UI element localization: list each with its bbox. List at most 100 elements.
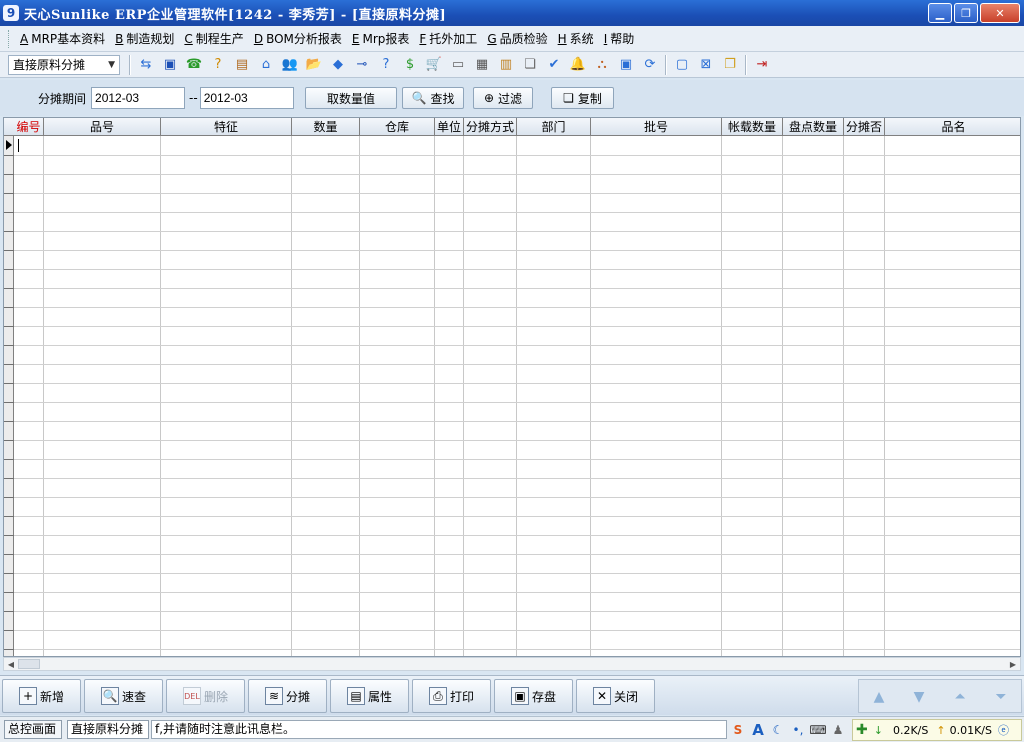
menu-system[interactable]: H 系统	[553, 30, 599, 47]
home-icon[interactable]: ⌂	[256, 55, 276, 75]
row-indicator-line	[4, 440, 14, 441]
add-button[interactable]: + 新增	[2, 679, 81, 713]
bell-icon[interactable]: 🔔	[568, 55, 588, 75]
tab-main-control[interactable]: 总控画面	[4, 720, 62, 739]
allocate-button[interactable]: ≋ 分摊	[248, 679, 327, 713]
column-header[interactable]: 盘点数量	[783, 118, 844, 136]
horizontal-scrollbar[interactable]: ◀ ▶	[3, 657, 1021, 671]
grid-column-line	[160, 136, 161, 656]
scroll-thumb[interactable]	[18, 659, 40, 669]
refresh-icon[interactable]: ⟳	[640, 55, 660, 75]
period-to-input[interactable]	[199, 87, 294, 109]
column-header[interactable]: 品名	[885, 118, 1020, 136]
keyboard-icon[interactable]: ⌨	[809, 722, 826, 738]
ime-logo-icon[interactable]: S	[730, 722, 746, 738]
find-button[interactable]: 🔍 查找	[402, 87, 464, 109]
save-button[interactable]: ▣ 存盘	[494, 679, 573, 713]
maximize-button[interactable]: ❐	[954, 3, 978, 23]
column-header[interactable]: 仓库	[360, 118, 435, 136]
first-record-icon[interactable]: ▲	[869, 688, 889, 706]
copy-icon[interactable]: ❏	[520, 55, 540, 75]
close-button[interactable]: ✕ 关闭	[576, 679, 655, 713]
quick-find-button[interactable]: 🔍 速查	[84, 679, 163, 713]
column-header[interactable]: 数量	[292, 118, 360, 136]
grid-row-line	[14, 326, 1020, 327]
module-select[interactable]: 直接原料分摊 ▼	[8, 54, 120, 75]
get-quantity-label: 取数量值	[326, 91, 375, 106]
menu-planning[interactable]: B 制造规划	[110, 30, 179, 47]
menu-mrp-reports[interactable]: E Mrp报表	[347, 30, 415, 47]
monitor-icon[interactable]: ▣	[160, 55, 180, 75]
row-indicator-line	[4, 345, 14, 346]
grid-column-line	[884, 136, 885, 656]
question-folder-icon[interactable]: ?	[208, 55, 228, 75]
column-header[interactable]: 帐载数量	[722, 118, 783, 136]
moon-icon[interactable]: ☾	[770, 722, 786, 738]
period-from-input[interactable]	[91, 87, 186, 109]
hierarchy-icon[interactable]: ⛬	[592, 55, 612, 75]
menu-production[interactable]: C 制程生产	[179, 30, 248, 47]
column-header[interactable]: 部门	[517, 118, 591, 136]
cabinet-icon[interactable]: ▥	[496, 55, 516, 75]
filter-button[interactable]: ⊕ 过滤	[473, 87, 533, 109]
scroll-left-icon[interactable]: ◀	[4, 658, 18, 670]
punctuation-icon[interactable]: •,	[790, 722, 806, 738]
copy-button[interactable]: ❏ 复制	[551, 87, 614, 109]
close-window-button[interactable]: ✕	[980, 3, 1020, 23]
computer-icon[interactable]: ▣	[616, 55, 636, 75]
delete-button[interactable]: DEL 删除	[166, 679, 245, 713]
ime-mode-icon[interactable]: A	[750, 721, 766, 739]
get-quantity-button[interactable]: 取数量值	[305, 87, 397, 109]
cart-icon[interactable]: 🛒	[424, 55, 444, 75]
bookmark-icon[interactable]: ◆	[328, 55, 348, 75]
help-icon[interactable]: ?	[376, 55, 396, 75]
menu-quality[interactable]: G 品质检验	[482, 30, 552, 47]
row-indicator-line	[4, 573, 14, 574]
last-record-icon[interactable]: ⏷	[991, 688, 1011, 706]
row-indicator-line	[4, 478, 14, 479]
user-icon[interactable]: ♟	[830, 722, 846, 738]
people-icon[interactable]: 👥	[280, 55, 300, 75]
arrow-key-icon[interactable]: ⊸	[352, 55, 372, 75]
briefcase-icon[interactable]: ▤	[232, 55, 252, 75]
document-icon[interactable]: ▭	[448, 55, 468, 75]
column-header[interactable]: 特征	[161, 118, 292, 136]
calculator-icon[interactable]: ▦	[472, 55, 492, 75]
dollar-icon[interactable]: $	[400, 55, 420, 75]
data-grid[interactable]: 编号 品号 特征 数量 仓库 单位 分摊方式 部门 批号 帐载数量 盘点数量 分摊否 品名	[3, 117, 1021, 657]
row-indicator-column[interactable]	[4, 136, 14, 656]
next-record-icon[interactable]: ▼	[909, 688, 929, 706]
column-header[interactable]: 批号	[591, 118, 722, 136]
column-header[interactable]: 编号	[14, 118, 44, 136]
menu-bom-reports[interactable]: D BOM分析报表	[249, 30, 347, 47]
minimize-button[interactable]: ▁	[928, 3, 952, 23]
close-window-icon[interactable]: ⊠	[696, 55, 716, 75]
column-header[interactable]: 品号	[44, 118, 161, 136]
properties-button[interactable]: ▤ 属性	[330, 679, 409, 713]
open-folder-icon[interactable]: 📂	[304, 55, 324, 75]
phone-icon[interactable]: ☎	[184, 55, 204, 75]
grid-row-line	[14, 611, 1020, 612]
grid-row-line	[14, 573, 1020, 574]
grid-row-line	[14, 478, 1020, 479]
menu-grip[interactable]	[8, 29, 11, 48]
ie-icon[interactable]: ⓔ	[998, 722, 1009, 738]
column-header[interactable]: 单位	[435, 118, 464, 136]
print-button[interactable]: ⎙ 打印	[412, 679, 491, 713]
exit-icon[interactable]: ⇥	[752, 55, 772, 75]
menu-help[interactable]: I 帮助	[599, 30, 640, 47]
column-header[interactable]: 分摊方式	[464, 118, 517, 136]
check-icon[interactable]: ✔	[544, 55, 564, 75]
properties-label: 属性	[367, 689, 392, 704]
previous-record-icon[interactable]: ⏶	[950, 688, 970, 706]
cascade-icon[interactable]: ❐	[720, 55, 740, 75]
transfer-icon[interactable]: ⇆	[136, 55, 156, 75]
row-indicator-line	[4, 630, 14, 631]
tab-direct-material-allocation[interactable]: 直接原料分摊	[67, 720, 149, 739]
properties-icon: ▤	[346, 687, 365, 705]
menu-outsourcing[interactable]: F 托外加工	[414, 30, 482, 47]
scroll-right-icon[interactable]: ▶	[1006, 658, 1020, 670]
menu-mrp-basic[interactable]: A MRP基本资料	[15, 30, 110, 47]
window-icon[interactable]: ▢	[672, 55, 692, 75]
column-header[interactable]: 分摊否	[844, 118, 885, 136]
